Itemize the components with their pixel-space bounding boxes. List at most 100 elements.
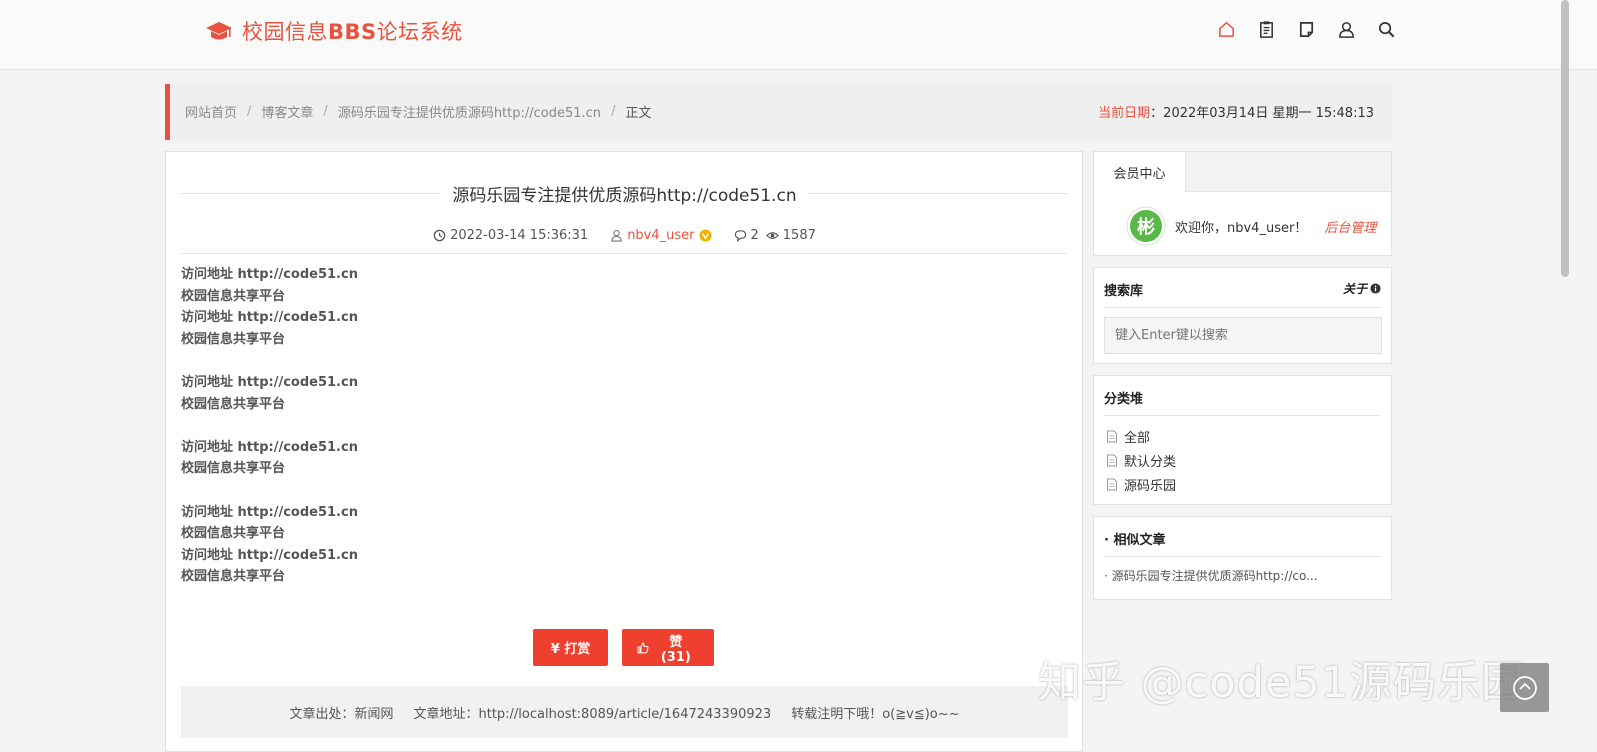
back-to-top-button[interactable] xyxy=(1500,663,1549,712)
watermark: 知乎 @code51源码乐园 xyxy=(1038,658,1526,708)
body-line: 访问地址 http://code51.cn xyxy=(181,374,358,390)
body-line: 访问地址 http://code51.cn xyxy=(181,310,358,326)
breadcrumb-separator: / xyxy=(323,104,328,119)
scrollbar-thumb[interactable] xyxy=(1561,0,1569,277)
article-title-row: 源码乐园专注提供优质源码http://code51.cn xyxy=(181,178,1069,208)
body-line: 校园信息共享平台 xyxy=(181,396,286,412)
verified-badge-icon xyxy=(698,229,712,242)
user-nav-button[interactable] xyxy=(1336,19,1357,40)
article-panel: 源码乐园专注提供优质源码http://code51.cn 2022-03-14 … xyxy=(165,151,1083,752)
author-name[interactable]: nbv4_user xyxy=(627,228,694,243)
eye-icon xyxy=(765,232,779,239)
similar-panel-title: · 相似文章 xyxy=(1104,527,1381,557)
article-actions: ¥ 打赏 赞 (31) xyxy=(533,629,714,666)
top-header: 校园信息BBS论坛系统 xyxy=(0,0,1597,70)
category-label: 默认分类 xyxy=(1124,454,1177,470)
info-circle-icon xyxy=(1370,283,1381,294)
body-line: 访问地址 http://code51.cn xyxy=(181,547,358,563)
source-url[interactable]: 文章地址：http://localhost:8089/article/16472… xyxy=(413,703,771,722)
arrow-up-icon xyxy=(1512,675,1537,700)
search-panel-title: 搜索库 关于 xyxy=(1104,278,1381,308)
source-origin: 文章出处：新闻网 xyxy=(289,706,394,722)
breadcrumb-bar: 网站首页 / 博客文章 / 源码乐园专注提供优质源码http://code51.… xyxy=(165,84,1392,140)
similar-articles-panel: · 相似文章 · 源码乐园专注提供优质源码http://co... xyxy=(1093,516,1392,600)
date-label: 当前日期 xyxy=(1098,106,1151,121)
body-line: 校园信息共享平台 xyxy=(181,526,286,542)
category-item-all[interactable]: 全部 xyxy=(1106,424,1176,448)
view-count: 1587 xyxy=(782,228,816,243)
article-meta: 2022-03-14 15:36:31 nbv4_user 2 1587 xyxy=(181,224,1068,254)
like-button[interactable]: 赞 (31) xyxy=(622,629,714,666)
article-comments[interactable]: 2 xyxy=(734,228,759,243)
similar-article-link[interactable]: · 源码乐园专注提供优质源码http://co... xyxy=(1104,567,1318,584)
user-icon xyxy=(1339,22,1354,38)
source-note: 转载注明下哦！o(≧v≦)o~~ xyxy=(791,706,960,722)
article-author[interactable]: nbv4_user xyxy=(610,228,712,243)
body-line: 访问地址 http://code51.cn xyxy=(181,439,358,455)
clipboard-icon xyxy=(1260,21,1273,38)
home-nav-button[interactable] xyxy=(1216,19,1237,40)
clipboard-nav-button[interactable] xyxy=(1256,19,1277,40)
article-views: 1587 xyxy=(765,228,816,243)
clock-icon xyxy=(433,229,446,242)
note-icon xyxy=(1299,21,1314,38)
user-icon xyxy=(611,230,622,242)
body-line: 访问地址 http://code51.cn xyxy=(181,504,358,520)
body-line: 校园信息共享平台 xyxy=(181,461,286,477)
category-panel-title: 分类堆 xyxy=(1104,386,1381,416)
title-divider xyxy=(808,192,1069,194)
search-nav-button[interactable] xyxy=(1376,19,1397,40)
welcome-text: 欢迎你，nbv4_user！ xyxy=(1175,220,1308,236)
note-nav-button[interactable] xyxy=(1296,19,1317,40)
tab-member-center[interactable]: 会员中心 xyxy=(1094,152,1186,193)
category-title: 分类堆 xyxy=(1104,392,1144,407)
home-icon xyxy=(1219,21,1234,37)
site-logo[interactable]: 校园信息BBS论坛系统 xyxy=(205,16,463,46)
site-title-suffix: 论坛系统 xyxy=(376,20,463,44)
category-label: 源码乐园 xyxy=(1124,478,1177,494)
admin-link[interactable]: 后台管理 xyxy=(1324,217,1376,236)
breadcrumb-separator: / xyxy=(247,104,252,119)
thumbs-up-icon xyxy=(637,642,649,653)
document-icon xyxy=(1107,478,1117,490)
article-body: 访问地址 http://code51.cn 校园信息共享平台 访问地址 http… xyxy=(181,264,358,588)
date-value: ：2022年03月14日 星期一 15:48:13 xyxy=(1150,106,1374,121)
breadcrumb-blog[interactable]: 博客文章 xyxy=(261,102,313,121)
about-link[interactable]: 关于 xyxy=(1343,280,1381,297)
search-input[interactable] xyxy=(1104,317,1382,354)
reward-label: ¥ 打赏 xyxy=(550,642,591,657)
body-line: 校园信息共享平台 xyxy=(181,288,286,304)
body-line: 访问地址 http://code51.cn xyxy=(181,267,358,282)
category-item-code51[interactable]: 源码乐园 xyxy=(1106,472,1176,496)
member-center-panel: 会员中心 彬 欢迎你，nbv4_user！ 后台管理 xyxy=(1093,151,1392,256)
breadcrumb: 网站首页 / 博客文章 / 源码乐园专注提供优质源码http://code51.… xyxy=(185,102,651,121)
category-list: 全部 默认分类 源码乐园 xyxy=(1106,424,1176,496)
reward-button[interactable]: ¥ 打赏 xyxy=(533,629,608,666)
svg-text:彬: 彬 xyxy=(1137,216,1155,238)
category-label: 全部 xyxy=(1124,430,1151,446)
category-panel: 分类堆 全部 默认分类 源码乐园 xyxy=(1093,375,1392,505)
body-blank-line xyxy=(181,350,358,372)
article-datetime: 2022-03-14 15:36:31 xyxy=(433,228,588,243)
document-icon xyxy=(1107,430,1117,442)
avatar[interactable]: 彬 xyxy=(1126,206,1166,246)
category-item-default[interactable]: 默认分类 xyxy=(1106,448,1176,472)
about-label: 关于 xyxy=(1342,282,1367,296)
datetime-text: 2022-03-14 15:36:31 xyxy=(450,228,589,243)
article-title: 源码乐园专注提供优质源码http://code51.cn xyxy=(452,185,797,206)
title-divider xyxy=(181,192,441,194)
document-icon xyxy=(1107,454,1117,466)
similar-title: · 相似文章 xyxy=(1104,533,1166,548)
member-tabbar: 会员中心 xyxy=(1094,152,1391,193)
site-title-prefix: 校园信息 xyxy=(242,20,328,44)
search-title: 搜索库 xyxy=(1104,284,1144,299)
breadcrumb-home[interactable]: 网站首页 xyxy=(185,102,237,121)
site-title-bbs: BBS xyxy=(328,20,377,44)
body-line: 校园信息共享平台 xyxy=(181,331,286,347)
comment-icon xyxy=(734,230,746,242)
article-source-info: 文章出处：新闻网 文章地址：http://localhost:8089/arti… xyxy=(181,686,1068,738)
breadcrumb-article[interactable]: 源码乐园专注提供优质源码http://code51.cn xyxy=(338,102,601,121)
body-line: 校园信息共享平台 xyxy=(181,569,286,585)
body-blank-line xyxy=(181,415,358,437)
breadcrumb-current: 正文 xyxy=(625,106,652,121)
